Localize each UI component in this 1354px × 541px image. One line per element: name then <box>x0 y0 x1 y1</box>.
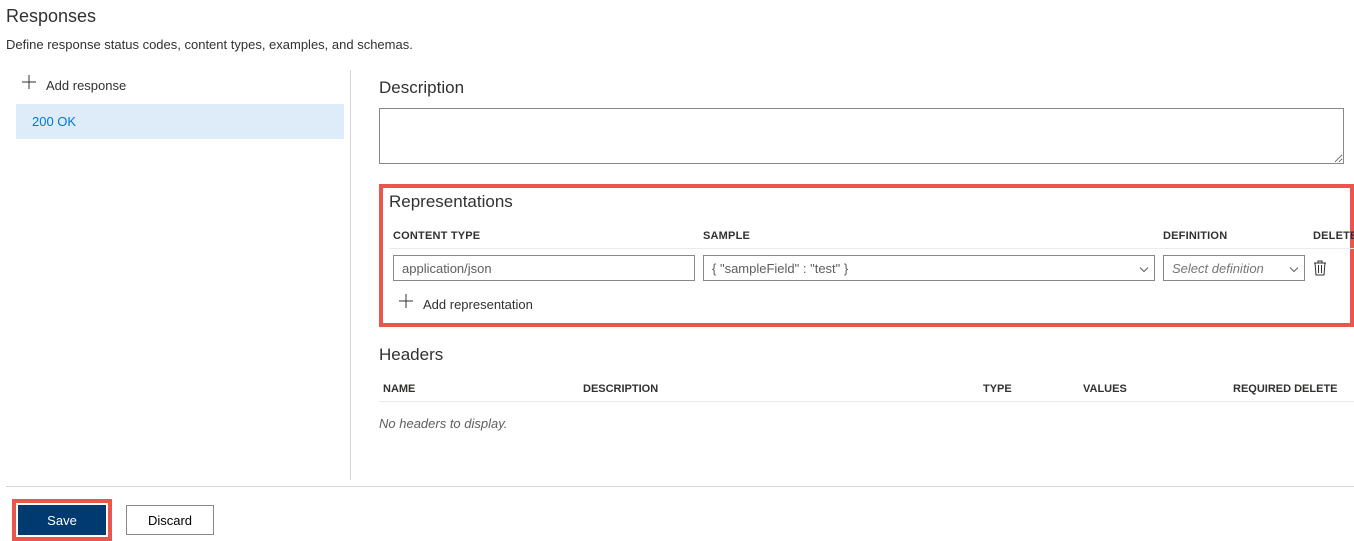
trash-icon[interactable] <box>1313 260 1353 276</box>
col-sample: SAMPLE <box>699 222 1159 249</box>
response-item-200[interactable]: 200 OK <box>16 104 344 139</box>
col-header-description: DESCRIPTION <box>579 375 979 402</box>
col-content-type: CONTENT TYPE <box>389 222 699 249</box>
response-detail-pane: Description Representations CONTENT TYPE… <box>351 70 1354 480</box>
col-delete: DELETE <box>1309 222 1354 249</box>
representations-highlight: Representations CONTENT TYPE SAMPLE DEFI… <box>379 184 1354 327</box>
sample-input[interactable] <box>703 255 1155 281</box>
representations-table: CONTENT TYPE SAMPLE DEFINITION DELETE <box>389 222 1354 287</box>
discard-button[interactable]: Discard <box>126 505 214 535</box>
col-definition: DEFINITION <box>1159 222 1309 249</box>
definition-select[interactable] <box>1163 255 1305 281</box>
representations-title: Representations <box>389 192 1344 212</box>
add-representation-label: Add representation <box>423 297 533 312</box>
plus-icon <box>22 75 36 93</box>
footer-actions: Save Discard <box>6 486 1354 541</box>
headers-title: Headers <box>379 345 1354 365</box>
add-response-label: Add response <box>46 78 126 93</box>
add-representation-button[interactable]: Add representation <box>389 287 1344 317</box>
content-type-input[interactable] <box>393 255 695 281</box>
save-highlight: Save <box>12 499 112 541</box>
page-title: Responses <box>6 6 1354 27</box>
plus-icon <box>399 294 413 312</box>
col-header-type: TYPE <box>979 375 1079 402</box>
page-subtitle: Define response status codes, content ty… <box>6 37 1354 52</box>
headers-section: Headers NAME DESCRIPTION TYPE VALUES REQ… <box>379 345 1354 431</box>
col-header-name: NAME <box>379 375 579 402</box>
add-response-button[interactable]: Add response <box>6 70 350 104</box>
description-title: Description <box>379 78 1354 98</box>
col-header-required-delete: REQUIRED DELETE <box>1229 375 1354 402</box>
responses-sidebar: Add response 200 OK <box>6 70 351 480</box>
representation-row <box>389 249 1354 288</box>
save-button[interactable]: Save <box>18 505 106 535</box>
col-header-values: VALUES <box>1079 375 1229 402</box>
headers-table: NAME DESCRIPTION TYPE VALUES REQUIRED DE… <box>379 375 1354 402</box>
description-input[interactable] <box>379 108 1344 164</box>
headers-empty: No headers to display. <box>379 402 1354 431</box>
